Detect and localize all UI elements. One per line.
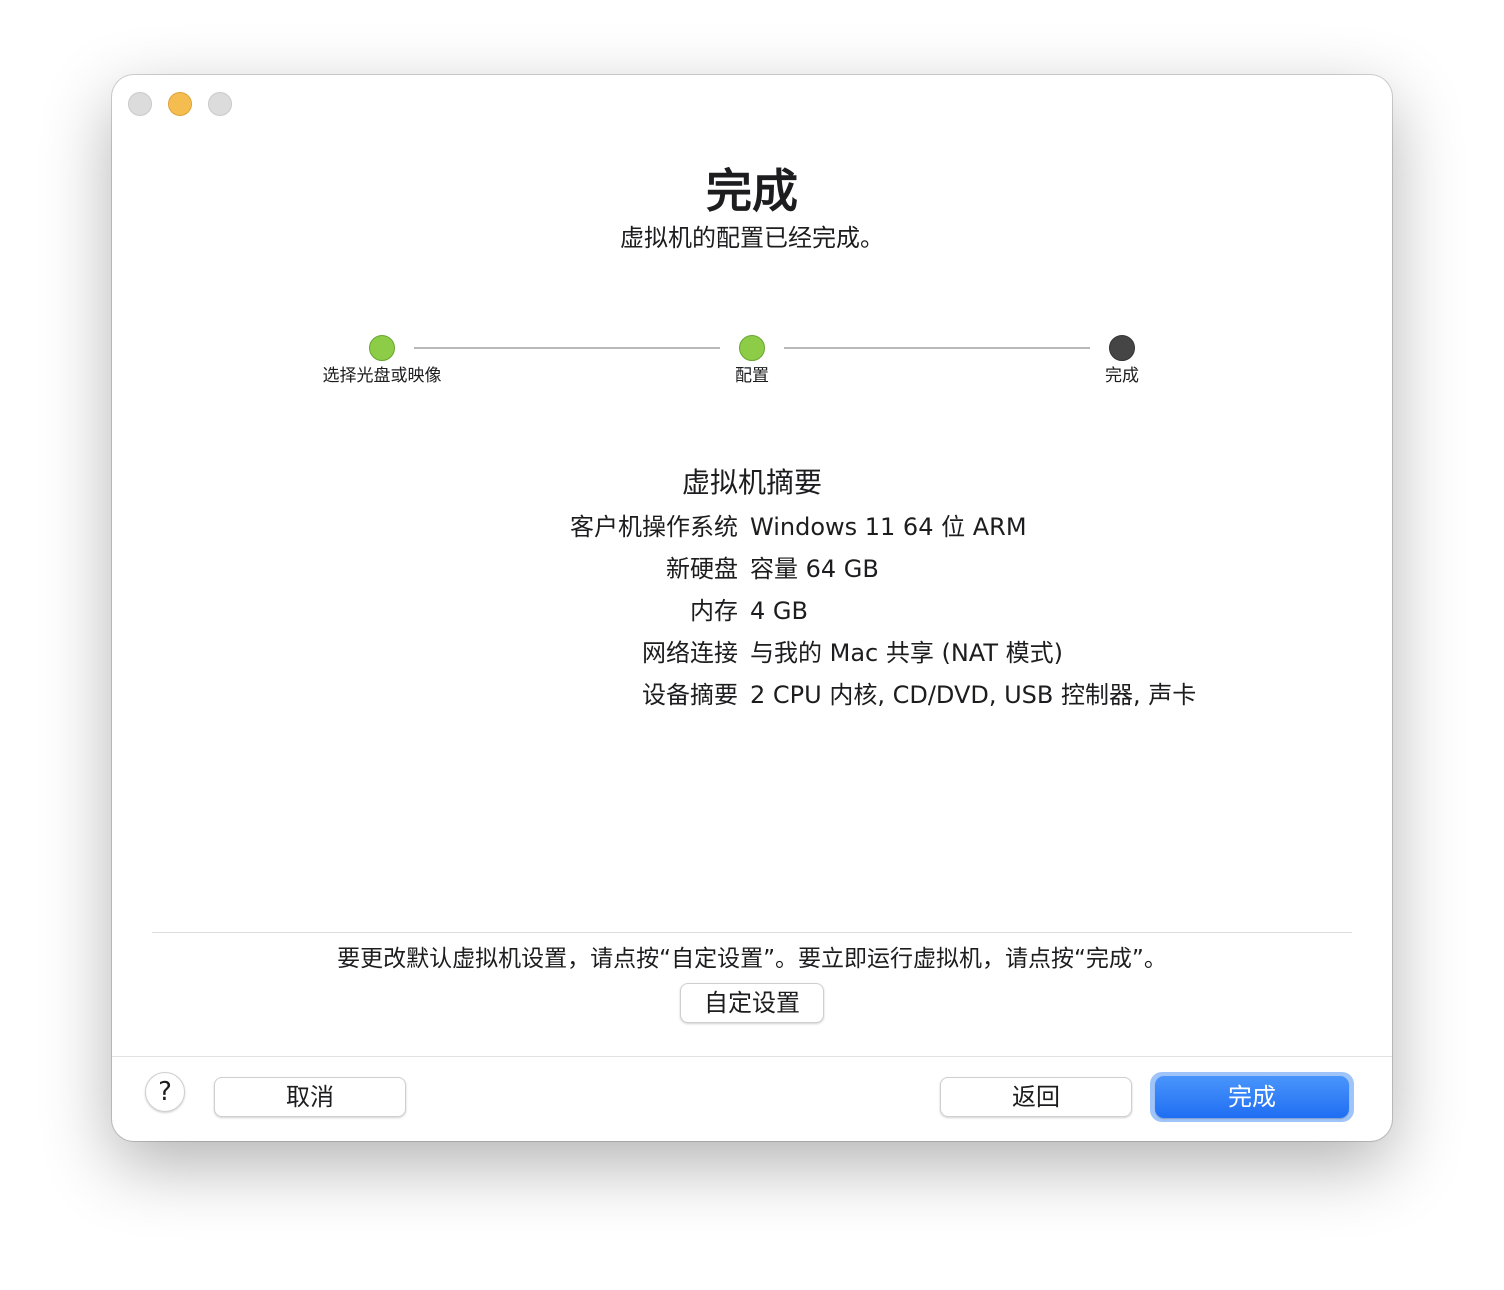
customize-settings-button[interactable]: 自定设置 [680, 983, 824, 1023]
summary-value: 与我的 Mac 共享 (NAT 模式) [750, 639, 1064, 667]
page-title: 完成 [706, 164, 798, 218]
summary-key: 客户机操作系统 [570, 513, 738, 541]
step-1-complete-dot [369, 335, 395, 361]
summary-value: 4 GB [750, 597, 808, 625]
step-2-label: 配置 [735, 366, 769, 386]
finish-button[interactable]: 完成 [1155, 1076, 1349, 1118]
footer-divider [112, 1056, 1392, 1057]
summary-row-memory: 内存 4 GB [112, 593, 1392, 635]
summary-row-disk: 新硬盘 容量 64 GB [112, 551, 1392, 593]
step-1-label: 选择光盘或映像 [322, 366, 442, 386]
summary-key: 设备摘要 [642, 681, 738, 709]
step-3-label: 完成 [1105, 366, 1139, 386]
finish-button-focus-ring: 完成 [1150, 1072, 1354, 1122]
window-controls [128, 92, 232, 116]
summary-list: 客户机操作系统 Windows 11 64 位 ARM 新硬盘 容量 64 GB… [112, 509, 1392, 719]
step-2-complete-dot [739, 335, 765, 361]
summary-key: 新硬盘 [666, 555, 738, 583]
summary-row-devices: 设备摘要 2 CPU 内核, CD/DVD, USB 控制器, 声卡 [112, 677, 1392, 719]
assistant-window: 完成 虚拟机的配置已经完成。 选择光盘或映像 配置 完成 虚拟机摘要 客户机操作… [112, 75, 1392, 1141]
summary-value: 容量 64 GB [750, 555, 879, 583]
summary-key: 网络连接 [642, 639, 738, 667]
help-button[interactable]: ? [145, 1072, 185, 1112]
page-subtitle: 虚拟机的配置已经完成。 [620, 224, 884, 252]
customize-hint: 要更改默认虚拟机设置，请点按“自定设置”。要立即运行虚拟机，请点按“完成”。 [337, 946, 1167, 972]
summary-title: 虚拟机摘要 [681, 466, 822, 499]
close-button[interactable] [128, 92, 152, 116]
summary-row-network: 网络连接 与我的 Mac 共享 (NAT 模式) [112, 635, 1392, 677]
summary-row-guest-os: 客户机操作系统 Windows 11 64 位 ARM [112, 509, 1392, 551]
summary-value: 2 CPU 内核, CD/DVD, USB 控制器, 声卡 [750, 681, 1197, 709]
summary-key: 内存 [690, 597, 738, 625]
minimize-button[interactable] [168, 92, 192, 116]
summary-value: Windows 11 64 位 ARM [750, 513, 1027, 541]
cancel-button[interactable]: 取消 [214, 1077, 406, 1117]
step-3-current-dot [1109, 335, 1135, 361]
content-divider [152, 932, 1352, 933]
step-connector-2 [784, 347, 1090, 349]
zoom-button[interactable] [208, 92, 232, 116]
step-connector-1 [414, 347, 720, 349]
back-button[interactable]: 返回 [940, 1077, 1132, 1117]
